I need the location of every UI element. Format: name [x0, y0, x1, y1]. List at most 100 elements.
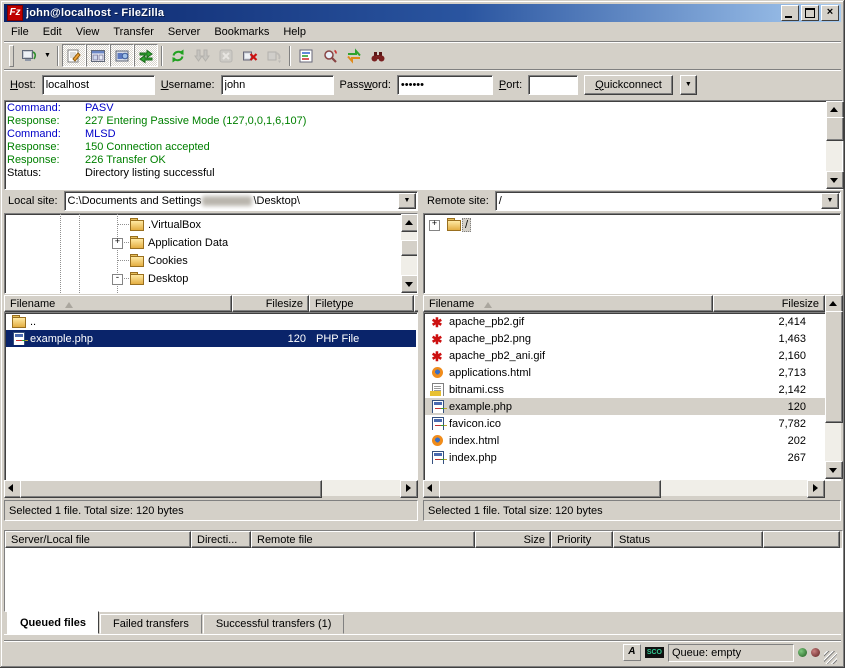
minimize-button[interactable]: [781, 5, 799, 21]
expand-icon[interactable]: +: [112, 238, 123, 249]
file-row[interactable]: index.html202: [425, 432, 839, 449]
speedlimit-indicator-icon[interactable]: SCO: [645, 647, 664, 658]
menu-file[interactable]: File: [4, 24, 36, 40]
queue-column-directi[interactable]: Directi...: [191, 531, 251, 548]
data-type-indicator-icon[interactable]: A: [623, 644, 641, 661]
tree-item[interactable]: +Application Data: [129, 234, 231, 251]
arrow-up-icon: [829, 301, 837, 306]
file-row[interactable]: apache_pb2_ani.gif2,160: [425, 347, 839, 364]
quickconnect-dropdown[interactable]: ▼: [680, 75, 697, 95]
toolbar-grip[interactable]: [9, 45, 14, 67]
refresh-icon[interactable]: [166, 44, 190, 67]
log-line: Command:PASV: [7, 102, 824, 115]
scroll-thumb[interactable]: [401, 240, 418, 256]
file-row[interactable]: favicon.ico7,782: [425, 415, 839, 432]
tab-successful-transfers-[interactable]: Successful transfers (1): [203, 614, 345, 634]
queue-column-size[interactable]: Size: [475, 531, 551, 548]
scroll-thumb[interactable]: [826, 117, 844, 141]
queue-column-blank[interactable]: [763, 531, 840, 548]
column-header-filesize[interactable]: Filesize: [232, 295, 309, 312]
password-input[interactable]: [397, 75, 493, 95]
local-site-combo[interactable]: C:\Documents and Settings\Desktop\▼: [64, 191, 418, 211]
vertical-scrollbar[interactable]: [401, 214, 417, 293]
compare-directories-icon[interactable]: [318, 44, 342, 67]
find-files-icon[interactable]: [366, 44, 390, 67]
firefox-icon: [430, 366, 446, 379]
queue-column-priority[interactable]: Priority: [551, 531, 613, 548]
column-header-filename[interactable]: Filename: [4, 295, 232, 312]
scroll-right-button[interactable]: [400, 480, 418, 498]
column-header-filename[interactable]: Filename: [423, 295, 713, 312]
queue-column-remotefile[interactable]: Remote file: [251, 531, 475, 548]
filter-icon[interactable]: [294, 44, 318, 67]
toggle-queue-icon[interactable]: [134, 44, 158, 67]
tree-item[interactable]: +/: [446, 216, 471, 233]
scroll-down-button[interactable]: [825, 461, 843, 479]
collapse-icon[interactable]: -: [112, 274, 123, 285]
file-row[interactable]: example.php120PHP File1: [6, 330, 416, 347]
file-row[interactable]: index.php267: [425, 449, 839, 466]
menu-help[interactable]: Help: [276, 24, 313, 40]
horizontal-scrollbar[interactable]: [423, 480, 825, 496]
host-input[interactable]: [42, 75, 155, 95]
arrow-down-icon: [829, 468, 837, 473]
tree-item[interactable]: Cookies: [129, 252, 191, 269]
local-site-row: Local site:C:\Documents and Settings\Des…: [4, 191, 418, 211]
scroll-thumb[interactable]: [439, 480, 661, 498]
scroll-down-button[interactable]: [401, 275, 418, 293]
remote-site-combo[interactable]: /▼: [495, 191, 841, 211]
menu-edit[interactable]: Edit: [36, 24, 69, 40]
file-row[interactable]: ..: [6, 313, 416, 330]
process-queue-icon[interactable]: [190, 44, 214, 67]
menu-server[interactable]: Server: [161, 24, 207, 40]
disconnect-icon[interactable]: [238, 44, 262, 67]
column-header-l[interactable]: L: [414, 295, 418, 312]
toggle-message-log-icon[interactable]: [62, 44, 86, 67]
tree-label: Application Data: [145, 236, 231, 250]
cell-size: 202: [699, 435, 811, 447]
scroll-up-button[interactable]: [401, 214, 418, 232]
app-icon[interactable]: Fz: [7, 5, 23, 21]
tree-item[interactable]: -Desktop: [129, 270, 191, 287]
menu-view[interactable]: View: [69, 24, 107, 40]
scroll-down-button[interactable]: [826, 171, 844, 189]
scroll-right-button[interactable]: [807, 480, 825, 498]
combo-dropdown-icon[interactable]: ▼: [398, 193, 416, 209]
tab-queued-files[interactable]: Queued files: [7, 611, 99, 634]
scroll-thumb[interactable]: [825, 311, 843, 423]
resize-grip[interactable]: [824, 651, 837, 664]
file-row[interactable]: apache_pb2.gif2,414: [425, 313, 839, 330]
horizontal-scrollbar[interactable]: [4, 480, 418, 496]
username-input[interactable]: [221, 75, 334, 95]
file-row[interactable]: bitnami.css2,142: [425, 381, 839, 398]
site-manager-icon[interactable]: [17, 44, 41, 67]
vertical-scrollbar[interactable]: [825, 295, 841, 479]
menu-bookmarks[interactable]: Bookmarks: [207, 24, 276, 40]
queue-column-serverlocalfile[interactable]: Server/Local file: [5, 531, 191, 548]
column-header-filesize[interactable]: Filesize: [713, 295, 825, 312]
toggle-local-tree-icon[interactable]: [86, 44, 110, 67]
synchronized-browsing-icon[interactable]: [342, 44, 366, 67]
log-scrollbar[interactable]: [826, 101, 842, 189]
tab-failed-transfers[interactable]: Failed transfers: [100, 614, 202, 634]
menu-transfer[interactable]: Transfer: [106, 24, 161, 40]
cancel-operation-icon[interactable]: [214, 44, 238, 67]
expand-icon[interactable]: +: [429, 220, 440, 231]
reconnect-icon[interactable]: [262, 44, 286, 67]
site-manager-dropdown-icon[interactable]: ▼: [41, 44, 54, 67]
tree-label: Desktop: [145, 272, 191, 286]
toggle-remote-tree-icon[interactable]: [110, 44, 134, 67]
file-row[interactable]: example.php120: [425, 398, 839, 415]
activity-led-green-icon: [798, 648, 807, 657]
tree-item[interactable]: .VirtualBox: [129, 216, 204, 233]
maximize-button[interactable]: [801, 5, 819, 21]
file-row[interactable]: apache_pb2.png1,463: [425, 330, 839, 347]
queue-column-status[interactable]: Status: [613, 531, 763, 548]
port-input[interactable]: [528, 75, 578, 95]
scroll-thumb[interactable]: [20, 480, 322, 498]
file-row[interactable]: applications.html2,713: [425, 364, 839, 381]
close-button[interactable]: ×: [821, 5, 839, 21]
combo-dropdown-icon[interactable]: ▼: [821, 193, 839, 209]
column-header-filetype[interactable]: Filetype: [309, 295, 414, 312]
quickconnect-button[interactable]: Quickconnect: [584, 75, 673, 95]
